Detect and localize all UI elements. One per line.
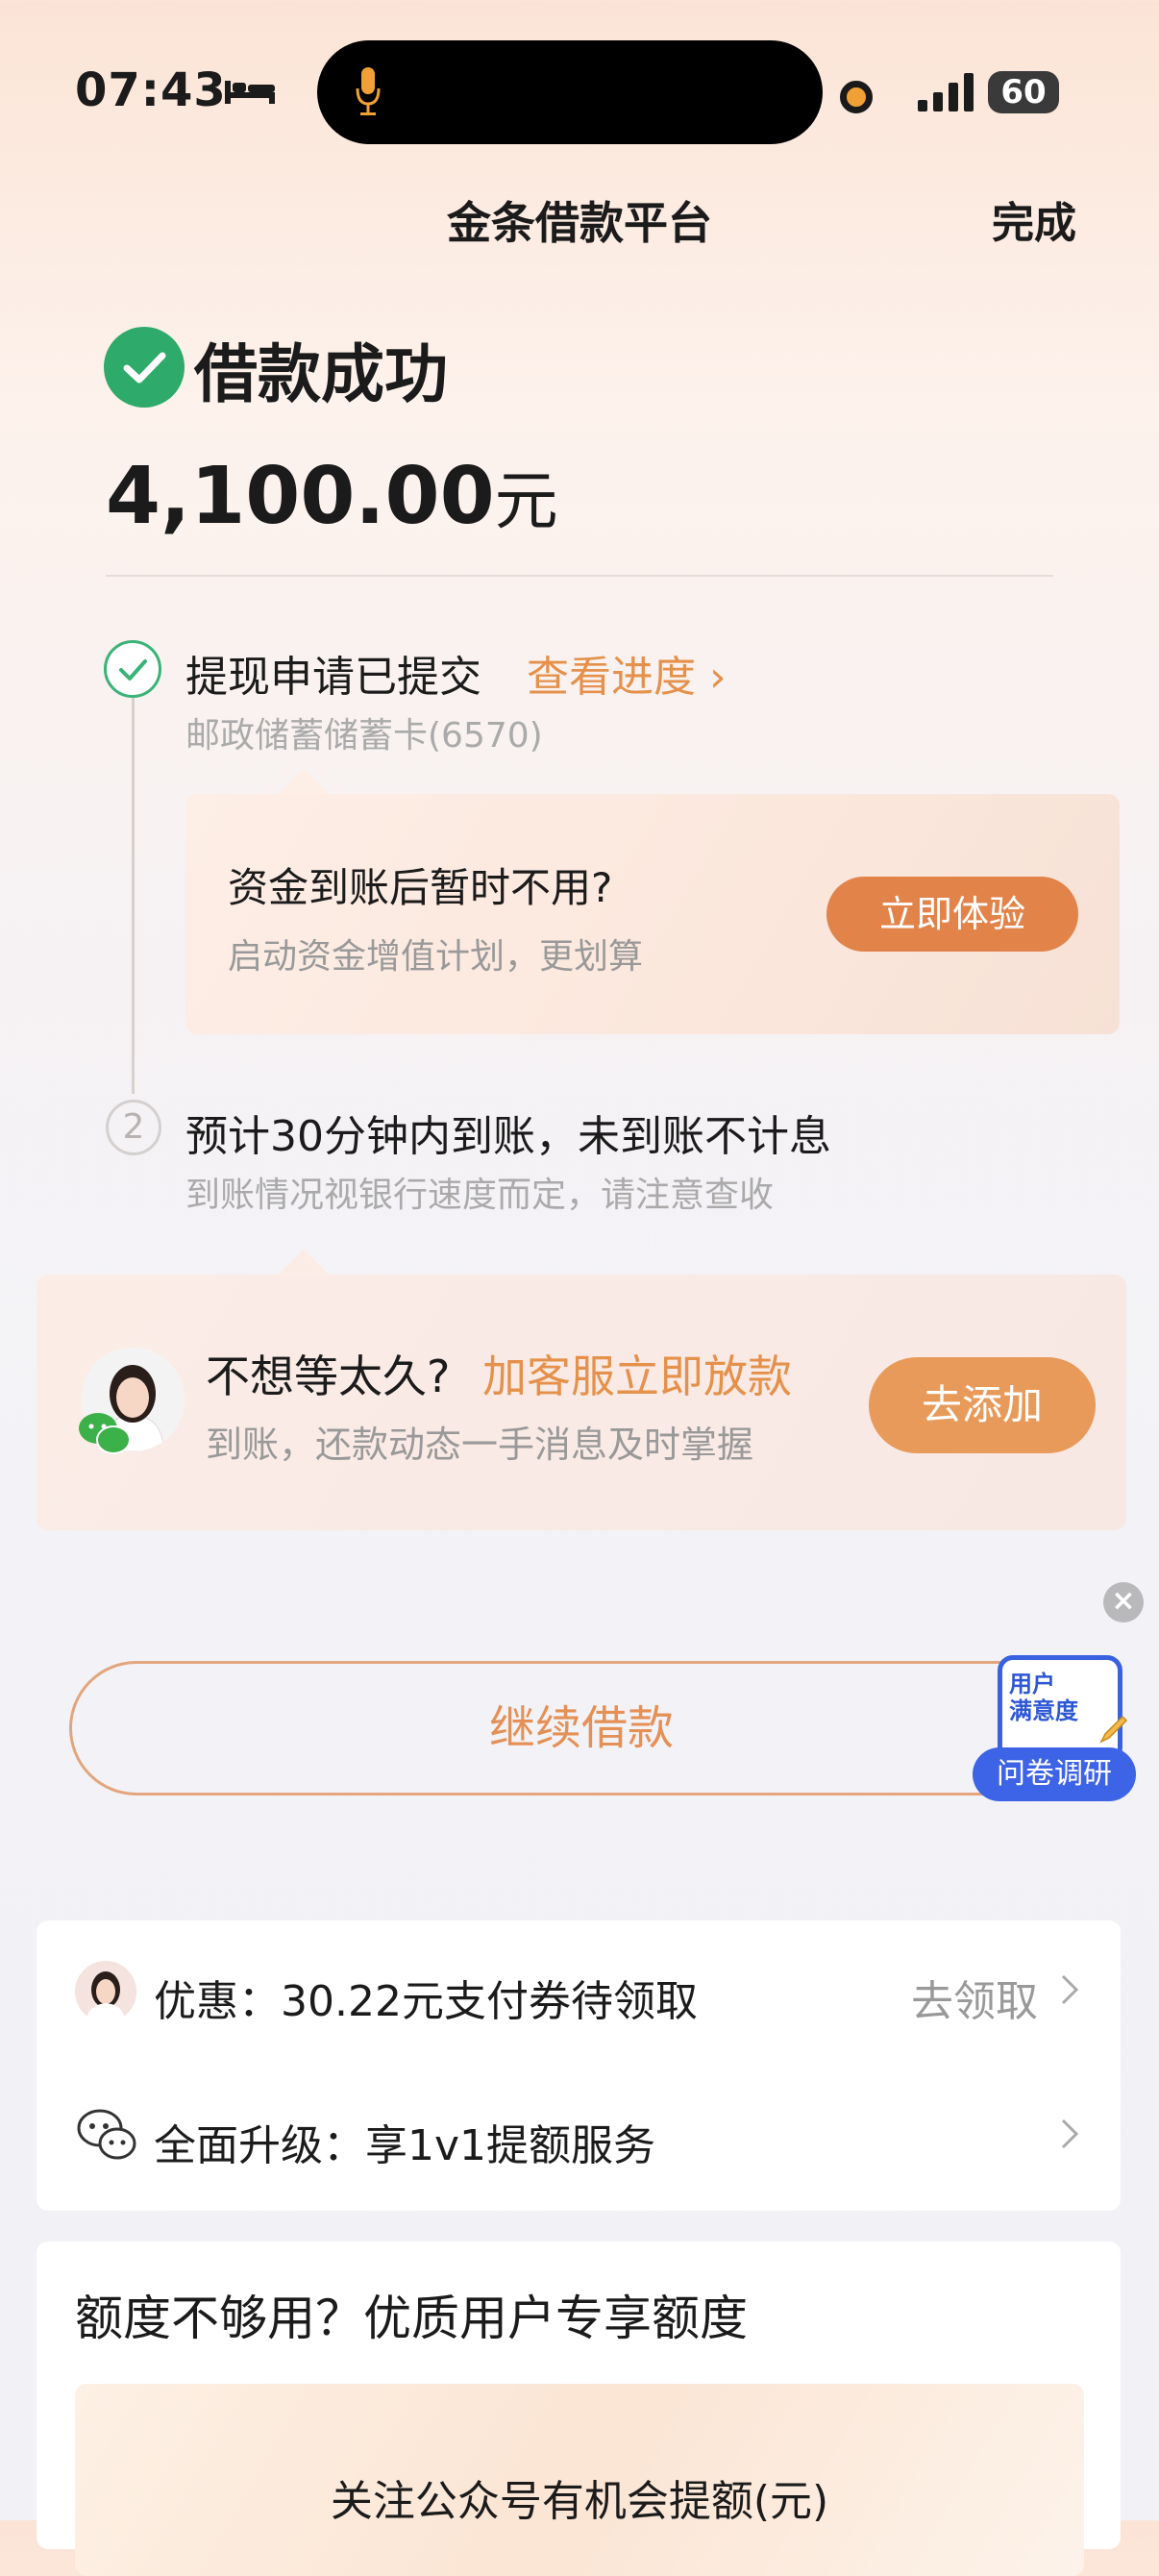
promo-title: 资金到账后暂时不用? bbox=[228, 864, 613, 911]
quota-banner-text: 关注公众号有机会提额(元) bbox=[330, 2477, 829, 2526]
view-progress-label: 查看进度 bbox=[527, 653, 696, 702]
chat-icon bbox=[77, 2109, 136, 2160]
step2-title: 预计30分钟内到账，未到账不计息 bbox=[185, 1112, 831, 1161]
pencil-icon bbox=[1099, 1715, 1128, 1744]
coupon-label: 优惠：30.22元支付券待领取 bbox=[154, 1977, 698, 2026]
chevron-right-icon bbox=[1061, 1974, 1079, 2005]
quota-title: 额度不够用？优质用户专享额度 bbox=[75, 2291, 748, 2346]
status-time: 07:43 bbox=[75, 63, 227, 117]
dynamic-island bbox=[317, 40, 823, 144]
battery-icon: 60 bbox=[988, 71, 1059, 113]
view-progress-link[interactable]: 查看进度 › bbox=[527, 642, 727, 704]
bank-card-info: 邮政储蓄储蓄卡(6570) bbox=[185, 716, 543, 755]
avatar bbox=[75, 1961, 136, 2022]
benefits-list: 优惠：30.22元支付券待领取 去领取 全面升级：享1v1提额服务 bbox=[37, 1920, 1121, 2211]
page-title: 金条借款平台 bbox=[447, 197, 712, 249]
done-button[interactable]: 完成 bbox=[992, 188, 1076, 250]
promo-subtitle: 启动资金增值计划，更划算 bbox=[228, 937, 644, 977]
success-title: 借款成功 bbox=[194, 337, 448, 411]
chevron-right-icon: › bbox=[709, 653, 727, 702]
step2-subtitle: 到账情况视银行速度而定，请注意查收 bbox=[185, 1176, 775, 1215]
quota-card: 额度不够用？优质用户专享额度 关注公众号有机会提额(元) bbox=[37, 2242, 1121, 2576]
service-subtitle: 到账，还款动态一手消息及时掌握 bbox=[206, 1424, 754, 1466]
signal-icon bbox=[918, 73, 974, 111]
chevron-right-icon bbox=[1061, 2118, 1079, 2149]
quota-banner[interactable]: 关注公众号有机会提额(元) bbox=[75, 2384, 1084, 2576]
step-connector bbox=[132, 698, 135, 1094]
list-item-upgrade[interactable]: 全面升级：享1v1提额服务 bbox=[37, 2065, 1121, 2209]
amount-unit: 元 bbox=[494, 464, 558, 538]
amount-value: 4,100.00 bbox=[106, 451, 495, 542]
divider bbox=[106, 575, 1053, 577]
bed-icon bbox=[225, 81, 275, 104]
battery-level: 60 bbox=[1000, 73, 1047, 111]
step1-title: 提现申请已提交 bbox=[185, 653, 481, 702]
service-question: 不想等太久? bbox=[206, 1350, 451, 1402]
loan-amount: 4,100.00元 bbox=[106, 450, 558, 542]
list-item-coupon[interactable]: 优惠：30.22元支付券待领取 去领取 bbox=[37, 1920, 1121, 2065]
service-highlight: 加客服立即放款 bbox=[482, 1350, 792, 1402]
add-service-button[interactable]: 去添加 bbox=[869, 1357, 1096, 1453]
upgrade-label: 全面升级：享1v1提额服务 bbox=[154, 2121, 656, 2170]
promo-notch bbox=[279, 769, 329, 794]
survey-floating-button[interactable]: 用户 满意度 问卷调研 bbox=[973, 1655, 1136, 1801]
service-notch bbox=[279, 1250, 329, 1275]
survey-label: 问卷调研 bbox=[973, 1747, 1136, 1801]
try-now-button[interactable]: 立即体验 bbox=[826, 877, 1078, 952]
camera-indicator bbox=[840, 81, 873, 113]
claim-link[interactable]: 去领取 bbox=[911, 1967, 1038, 2028]
survey-label-1: 用户 bbox=[1009, 1671, 1055, 1697]
close-icon[interactable]: × bbox=[1103, 1582, 1144, 1622]
microphone-icon bbox=[356, 67, 381, 115]
step2-number: 2 bbox=[106, 1100, 161, 1155]
success-check-icon bbox=[104, 327, 185, 408]
wechat-icon bbox=[79, 1413, 131, 1454]
survey-label-2: 满意度 bbox=[1009, 1697, 1078, 1724]
step-complete-icon bbox=[104, 640, 161, 698]
continue-borrow-button[interactable]: 继续借款 bbox=[69, 1661, 1094, 1796]
